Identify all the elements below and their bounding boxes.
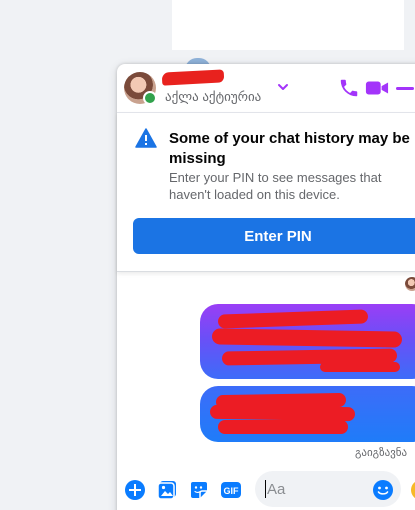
online-status-dot <box>143 91 157 105</box>
warning-icon <box>135 128 157 148</box>
message-composer: GIF <box>117 464 415 510</box>
message-status: გაიგზავნა <box>355 447 408 459</box>
text-cursor <box>265 480 266 498</box>
video-camera-icon[interactable] <box>365 77 389 99</box>
chevron-down-icon[interactable] <box>276 80 290 94</box>
redaction-scribble <box>211 328 403 348</box>
minimize-icon[interactable] <box>394 77 415 99</box>
redaction-scribble <box>218 420 348 434</box>
active-status: აქლა აქტიურია <box>165 89 262 104</box>
emoji-icon[interactable] <box>372 479 394 501</box>
redacted-contact-name[interactable] <box>161 69 225 86</box>
page: აქლა აქტიურია Some of your chat history … <box>0 0 415 510</box>
background-panel <box>172 0 404 50</box>
redaction-scribble <box>217 309 369 329</box>
gif-icon[interactable]: GIF <box>220 479 242 501</box>
chat-window: აქლა აქტიურია Some of your chat history … <box>117 64 415 510</box>
read-receipt-avatar <box>405 277 415 291</box>
gif-label: GIF <box>224 486 240 496</box>
contact-avatar[interactable] <box>124 72 157 105</box>
redaction-scribble <box>320 362 400 372</box>
chat-header: აქლა აქტიურია <box>117 64 415 113</box>
sticker-icon[interactable] <box>188 479 210 501</box>
chat-history-notice: Some of your chat history may be missing… <box>117 113 415 272</box>
message-bubble[interactable] <box>200 386 415 442</box>
notice-title: Some of your chat history may be missing <box>169 130 410 167</box>
message-bubble[interactable] <box>200 304 415 379</box>
plus-circle-icon[interactable] <box>124 479 146 501</box>
enter-pin-button[interactable]: Enter PIN <box>133 218 415 254</box>
like-icon[interactable] <box>411 480 415 500</box>
photo-icon[interactable] <box>156 479 178 501</box>
phone-icon[interactable] <box>338 77 360 99</box>
notice-body: Enter your PIN to see messages that have… <box>169 170 382 202</box>
redaction-scribble <box>209 404 356 422</box>
